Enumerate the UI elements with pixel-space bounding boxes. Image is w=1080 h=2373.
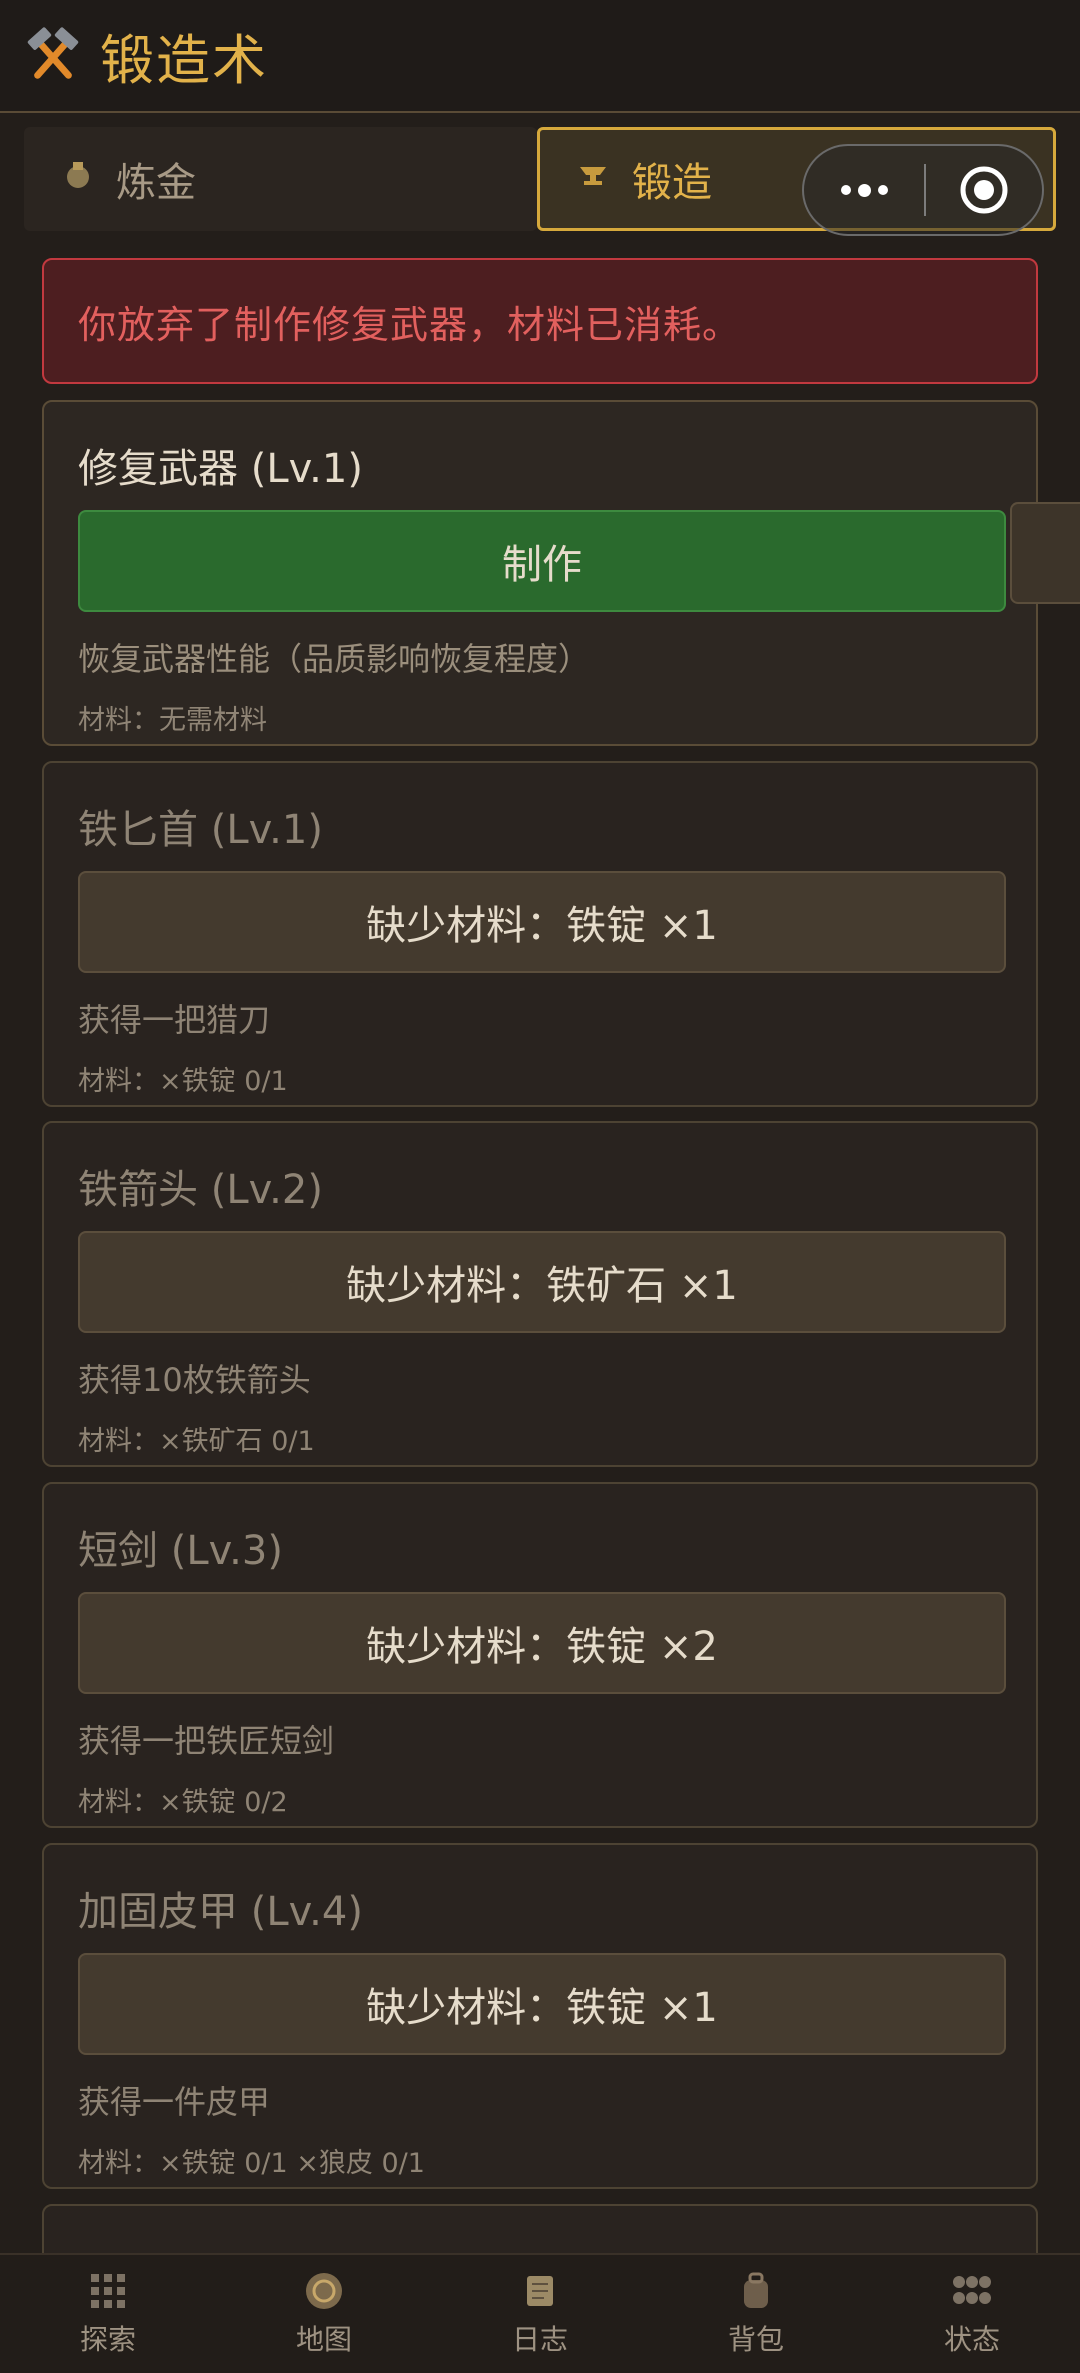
nav-label: 地图	[295, 2323, 352, 2356]
status-icon	[951, 2270, 993, 2312]
page-title: 锻造术	[100, 29, 268, 92]
missing-materials-button[interactable]: 缺少材料：铁矿石 ×1	[78, 1231, 1006, 1333]
nav-status[interactable]: 状态	[864, 2255, 1080, 2373]
recipe-description: 获得一把铁匠短剑	[78, 1722, 335, 1760]
dot-icon	[840, 185, 851, 195]
recipe-description: 获得10枚铁箭头	[78, 1361, 311, 1399]
recipe-description: 恢复武器性能（品质影响恢复程度）	[78, 640, 591, 678]
target-close-icon	[960, 166, 1008, 214]
recipe-title: 修复武器 (Lv.1)	[78, 446, 363, 492]
crossed-hammers-icon	[27, 26, 79, 79]
bottom-navigation: 探索 地图 日志 背包 状态	[0, 2253, 1080, 2373]
nav-label: 背包	[727, 2323, 784, 2356]
recipe-card: 短剑 (Lv.3) 缺少材料：铁锭 ×2 获得一把铁匠短剑 材料：×铁锭 0/2	[42, 1482, 1038, 1828]
anvil-icon	[578, 159, 610, 199]
missing-materials-button[interactable]: 缺少材料：铁锭 ×1	[78, 1953, 1006, 2055]
backpack-icon	[735, 2270, 777, 2312]
nav-explore[interactable]: 探索	[0, 2255, 216, 2373]
side-action-button[interactable]	[1010, 502, 1080, 604]
close-button[interactable]	[926, 164, 1042, 216]
map-icon	[303, 2270, 345, 2312]
dot-icon	[877, 185, 888, 195]
alchemy-icon	[62, 159, 94, 199]
recipe-description: 获得一件皮甲	[78, 2083, 271, 2121]
tab-label: 炼金	[116, 160, 196, 206]
recipe-title: 短剑 (Lv.3)	[78, 1528, 283, 1574]
recipe-materials: 材料：×铁矿石 0/1	[78, 1426, 315, 1457]
recipe-materials: 材料：无需材料	[78, 705, 267, 736]
scroll-icon	[519, 2270, 561, 2312]
dot-icon	[857, 183, 871, 197]
missing-materials-button[interactable]: 缺少材料：铁锭 ×2	[78, 1592, 1006, 1694]
more-button[interactable]	[804, 183, 924, 197]
recipe-materials: 材料：×铁锭 0/1	[78, 1066, 288, 1097]
nav-backpack[interactable]: 背包	[648, 2255, 864, 2373]
recipe-card: 铁箭头 (Lv.2) 缺少材料：铁矿石 ×1 获得10枚铁箭头 材料：×铁矿石 …	[42, 1121, 1038, 1467]
recipe-card: 加固皮甲 (Lv.4) 缺少材料：铁锭 ×1 获得一件皮甲 材料：×铁锭 0/1…	[42, 1843, 1038, 2189]
recipe-title: 铁箭头 (Lv.2)	[78, 1167, 323, 1213]
nav-log[interactable]: 日志	[432, 2255, 648, 2373]
tab-label: 锻造	[632, 160, 712, 206]
app-header: 锻造术	[0, 0, 1080, 113]
recipe-card: 修复武器 (Lv.1) 制作 恢复武器性能（品质影响恢复程度） 材料：无需材料	[42, 400, 1038, 746]
capsule-menu	[802, 144, 1044, 236]
recipe-title: 铁匕首 (Lv.1)	[78, 807, 323, 853]
nav-label: 探索	[79, 2323, 136, 2356]
tab-alchemy[interactable]: 炼金	[24, 127, 537, 231]
nav-label: 日志	[511, 2323, 568, 2356]
recipe-description: 获得一把猎刀	[78, 1001, 271, 1039]
recipe-materials: 材料：×铁锭 0/2	[78, 1787, 288, 1818]
alert-message: 你放弃了制作修复武器，材料已消耗。	[42, 258, 1038, 384]
recipe-card: 铁匕首 (Lv.1) 缺少材料：铁锭 ×1 获得一把猎刀 材料：×铁锭 0/1	[42, 761, 1038, 1107]
craft-button[interactable]: 制作	[78, 510, 1006, 612]
recipe-materials: 材料：×铁锭 0/1 ×狼皮 0/1	[78, 2148, 425, 2179]
explore-icon	[87, 2270, 129, 2312]
nav-label: 状态	[943, 2323, 1000, 2356]
missing-materials-button[interactable]: 缺少材料：铁锭 ×1	[78, 871, 1006, 973]
nav-map[interactable]: 地图	[216, 2255, 432, 2373]
recipe-title: 加固皮甲 (Lv.4)	[78, 1889, 363, 1935]
